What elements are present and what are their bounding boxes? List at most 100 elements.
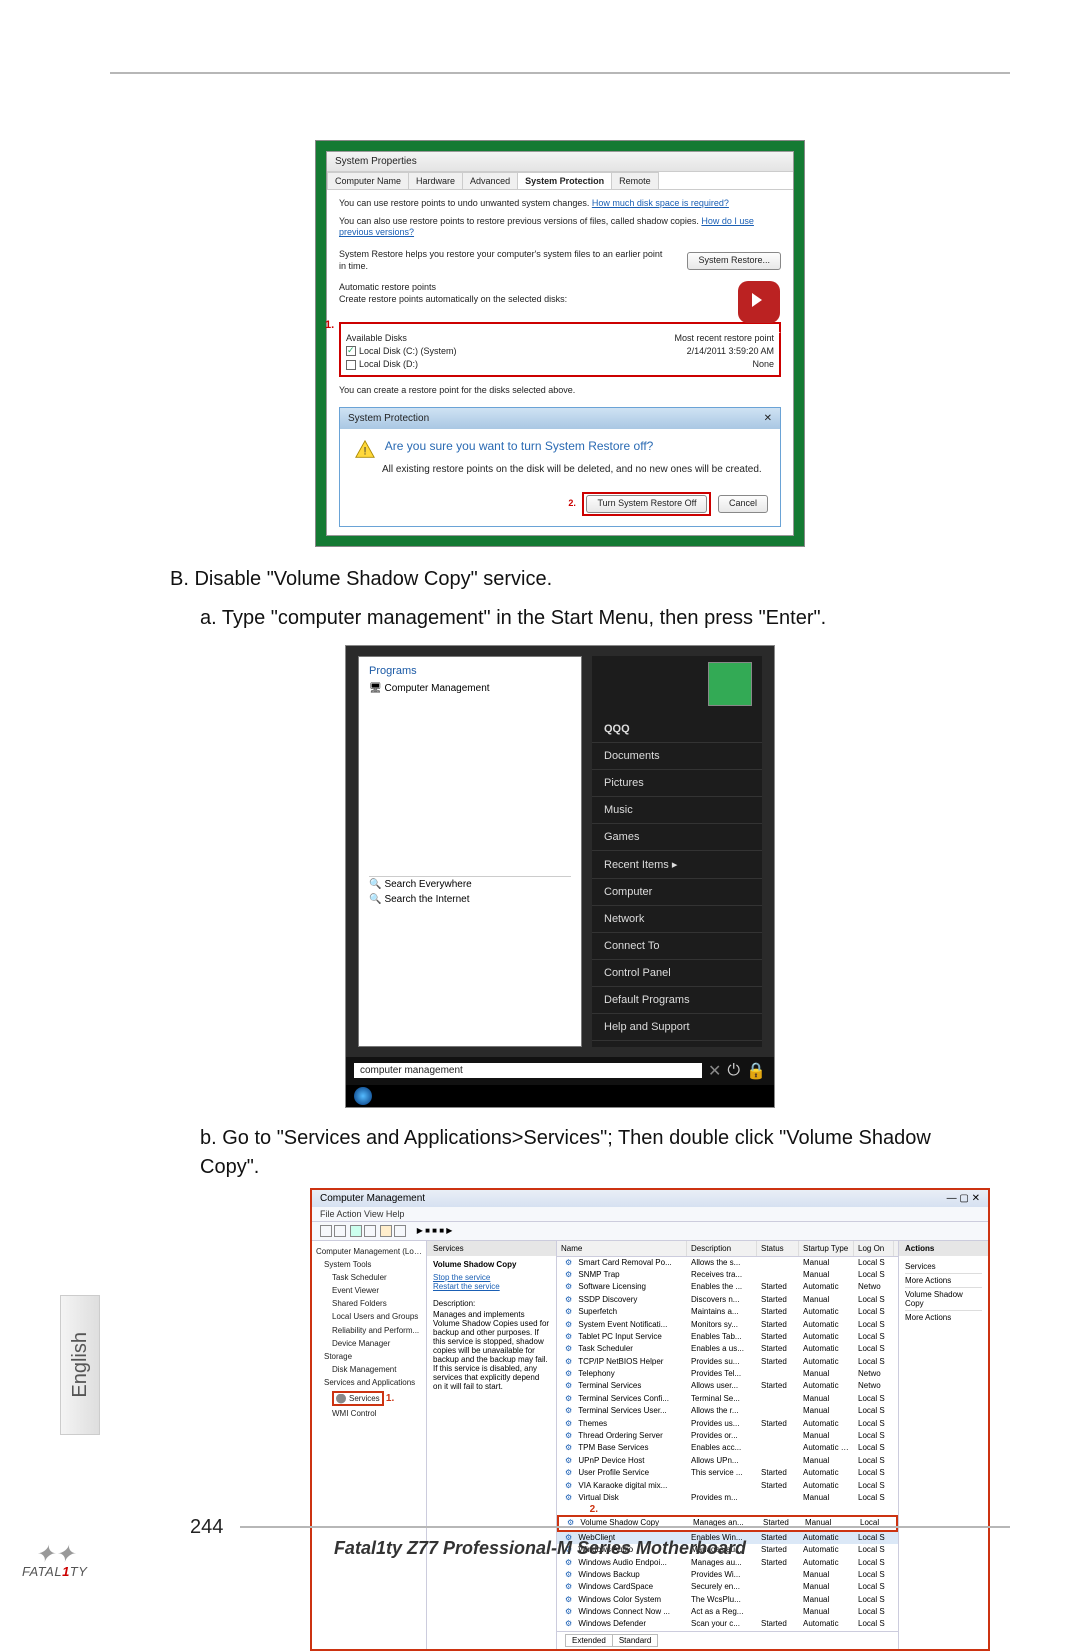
clear-icon[interactable]: ✕	[708, 1061, 721, 1081]
toolbar-icon[interactable]	[380, 1225, 392, 1237]
search-everywhere[interactable]: 🔍Search Everywhere	[369, 876, 571, 892]
info-text: You can use restore points to undo unwan…	[339, 198, 781, 210]
tab[interactable]: Advanced	[462, 172, 518, 189]
tab-extended[interactable]: Extended	[565, 1634, 613, 1647]
tree-node[interactable]: Services and Applications	[316, 1376, 422, 1389]
service-name: Volume Shadow Copy	[433, 1260, 550, 1269]
service-row[interactable]: ⚙ UPnP Device HostAllows UPn...ManualLoc…	[557, 1455, 898, 1467]
start-menu-item[interactable]: Music	[592, 797, 762, 824]
lock-icon[interactable]: 🔒	[746, 1061, 766, 1081]
link[interactable]: How much disk space is required?	[592, 198, 729, 208]
restart-link[interactable]: Restart the service	[433, 1282, 550, 1291]
close-icon[interactable]: ✕	[972, 1193, 980, 1204]
checkbox-icon[interactable]	[346, 360, 356, 370]
start-menu-item[interactable]: Connect To	[592, 933, 762, 960]
service-row[interactable]: ⚙ Smart Card Removal Po...Allows the s..…	[557, 1257, 898, 1269]
toolbar-icon[interactable]	[364, 1225, 376, 1237]
callout-1: 1.	[325, 319, 334, 331]
service-row[interactable]: ⚙ Windows BackupProvides Wi...ManualLoca…	[557, 1569, 898, 1581]
window-title: Computer Management	[320, 1193, 425, 1204]
service-row[interactable]: ⚙ SSDP DiscoveryDiscovers n...StartedMan…	[557, 1294, 898, 1306]
stop-link[interactable]: Stop the service	[433, 1273, 550, 1282]
checkbox-icon[interactable]	[346, 346, 356, 356]
tree-node[interactable]: Event Viewer	[316, 1284, 422, 1297]
service-row[interactable]: ⚙ Virtual DiskProvides m...ManualLocal S	[557, 1492, 898, 1504]
tab-selected[interactable]: System Protection	[517, 172, 612, 189]
service-row[interactable]: ⚙ Terminal Services User...Allows the r.…	[557, 1405, 898, 1417]
tab[interactable]: Remote	[611, 172, 659, 189]
header-rule	[110, 72, 1010, 74]
username[interactable]: QQQ	[592, 716, 762, 743]
start-menu-item[interactable]: Computer	[592, 879, 762, 906]
start-menu-item[interactable]: Pictures	[592, 770, 762, 797]
page-content: System Properties Computer Name Hardware…	[130, 140, 990, 1651]
avatar	[708, 662, 752, 706]
toolbar-icon[interactable]	[320, 1225, 332, 1237]
page-footer: 244 Fatal1ty Z77 Professional-M Series M…	[0, 1526, 1080, 1559]
toolbar-icon[interactable]	[350, 1225, 362, 1237]
tree-node[interactable]: Local Users and Groups	[316, 1310, 422, 1323]
service-row[interactable]: ⚙ Windows Connect Now ...Act as a Reg...…	[557, 1606, 898, 1618]
system-restore-button[interactable]: System Restore...	[687, 252, 781, 270]
start-menu-item[interactable]: Help and Support	[592, 1014, 762, 1041]
actions-item[interactable]: More Actions	[905, 1274, 982, 1287]
tab[interactable]: Hardware	[408, 172, 463, 189]
service-row[interactable]: ⚙ Windows CardSpaceSecurely en...ManualL…	[557, 1581, 898, 1593]
tree-node[interactable]: System Tools	[316, 1258, 422, 1271]
service-row[interactable]: ⚙ User Profile ServiceThis service ...St…	[557, 1467, 898, 1479]
screenshot-system-properties: System Properties Computer Name Hardware…	[315, 140, 805, 547]
start-menu-item[interactable]: Documents	[592, 743, 762, 770]
service-row[interactable]: ⚙ Terminal Services Confi...Terminal Se.…	[557, 1393, 898, 1405]
minimize-icon[interactable]: —	[947, 1193, 957, 1204]
start-menu-item[interactable]: Control Panel	[592, 960, 762, 987]
tree-node[interactable]: Disk Management	[316, 1363, 422, 1376]
actions-item[interactable]: More Actions	[905, 1311, 982, 1324]
tree-node[interactable]: Task Scheduler	[316, 1271, 422, 1284]
actions-header: Actions	[899, 1241, 988, 1256]
start-menu-item[interactable]: Recent Items ▸	[592, 851, 762, 879]
tree-node[interactable]: Shared Folders	[316, 1297, 422, 1310]
start-menu-item[interactable]: Default Programs	[592, 987, 762, 1014]
actions-panel: Actions Services More Actions Volume Sha…	[898, 1241, 988, 1649]
toolbar-icon[interactable]	[394, 1225, 406, 1237]
tree-node[interactable]: Reliability and Perform...	[316, 1324, 422, 1337]
start-menu-item[interactable]: Games	[592, 824, 762, 851]
close-icon[interactable]: ✕	[764, 412, 772, 425]
desktop-shortcut[interactable]: install_flash...	[731, 281, 786, 335]
cancel-button[interactable]: Cancel	[718, 495, 768, 513]
nav-tree: Computer Management (Local) System Tools…	[312, 1241, 427, 1649]
tab-standard[interactable]: Standard	[612, 1634, 658, 1647]
service-row[interactable]: ⚙ SNMP TrapReceives tra...ManualLocal S	[557, 1269, 898, 1281]
search-input[interactable]: computer management	[354, 1063, 702, 1078]
tree-node[interactable]: Storage	[316, 1350, 422, 1363]
program-item[interactable]: 🖥 Computer Management	[369, 681, 571, 696]
service-row[interactable]: ⚙ Thread Ordering ServerProvides or...Ma…	[557, 1430, 898, 1442]
menu-bar[interactable]: File Action View Help	[312, 1207, 988, 1222]
service-row[interactable]: ⚙ TCP/IP NetBIOS HelperProvides su...Sta…	[557, 1356, 898, 1368]
power-icon[interactable]: ⏻	[727, 1062, 740, 1080]
service-row[interactable]: ⚙ Terminal ServicesAllows user...Started…	[557, 1380, 898, 1392]
tab[interactable]: Computer Name	[327, 172, 409, 189]
search-internet[interactable]: 🔍Search the Internet	[369, 892, 571, 907]
tree-root[interactable]: Computer Management (Local)	[316, 1245, 422, 1258]
service-row[interactable]: ⚙ Tablet PC Input ServiceEnables Tab...S…	[557, 1331, 898, 1343]
info-text: System Restore helps you restore your co…	[339, 249, 669, 272]
service-row[interactable]: ⚙ TelephonyProvides Tel...ManualNetwo	[557, 1368, 898, 1380]
service-row[interactable]: ⚙ System Event Notificati...Monitors sy.…	[557, 1319, 898, 1331]
tree-node[interactable]: WMI Control	[316, 1407, 422, 1420]
maximize-icon[interactable]: ▢	[959, 1193, 968, 1204]
turn-off-button[interactable]: Turn System Restore Off	[586, 495, 707, 513]
service-row[interactable]: ⚙ TPM Base ServicesEnables acc...Automat…	[557, 1442, 898, 1454]
service-row[interactable]: ⚙ VIA Karaoke digital mix...StartedAutom…	[557, 1480, 898, 1492]
service-row[interactable]: ⚙ Task SchedulerEnables a us...StartedAu…	[557, 1343, 898, 1355]
service-row[interactable]: ⚙ Windows Color SystemThe WcsPlu...Manua…	[557, 1594, 898, 1606]
service-row[interactable]: ⚙ ThemesProvides us...StartedAutomaticLo…	[557, 1418, 898, 1430]
service-row[interactable]: ⚙ SuperfetchMaintains a...StartedAutomat…	[557, 1306, 898, 1318]
toolbar-icon[interactable]	[334, 1225, 346, 1237]
start-orb-icon[interactable]	[354, 1087, 372, 1105]
dialog-question: Are you sure you want to turn System Res…	[385, 439, 654, 453]
service-row[interactable]: ⚙ Software LicensingEnables the ...Start…	[557, 1281, 898, 1293]
service-row[interactable]: ⚙ Windows DefenderScan your c...StartedA…	[557, 1618, 898, 1630]
tree-node[interactable]: Device Manager	[316, 1337, 422, 1350]
start-menu-item[interactable]: Network	[592, 906, 762, 933]
